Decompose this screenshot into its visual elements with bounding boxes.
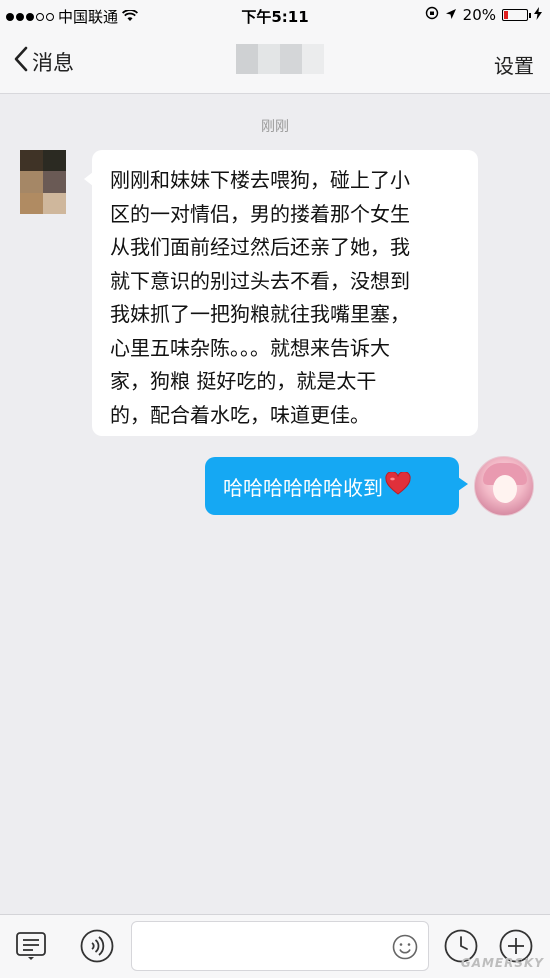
voice-icon[interactable] [80,929,114,963]
charging-icon [534,6,542,24]
status-bar: 中国联通 下午5:11 20% [0,0,550,30]
message-timestamp: 刚刚 [261,119,289,135]
blur-block [280,44,302,74]
status-right: 20% [425,6,542,24]
avatar-pixel [43,192,66,214]
incoming-message-line: 区的一对情侣，男的搂着那个女生 [110,201,410,226]
incoming-message-bubble[interactable]: 刚刚和妹妹下楼去喂狗，碰上了小 区的一对情侣，男的搂着那个女生 从我们面前经过然后还… [84,150,478,436]
avatar-pixel [20,192,43,214]
contact-avatar[interactable] [20,150,66,214]
incoming-message-line: 家，狗粮 挺好吃的，就是太干 [110,369,377,393]
incoming-message-line: 心里五味杂陈。。。就想来告诉大 [110,335,390,360]
avatar-pixel [43,171,66,193]
emoji-icon[interactable] [392,934,418,964]
avatar-pixel [43,150,66,172]
outgoing-message-text: 哈哈哈哈哈哈收到 [223,475,383,500]
menu-keyboard-icon[interactable] [14,929,48,963]
message-input[interactable] [132,922,382,970]
orientation-lock-icon [425,6,439,24]
incoming-message-line: 刚刚和妹妹下楼去喂狗，碰上了小 [110,168,410,192]
heart-icon [385,470,411,501]
battery-icon [502,9,531,21]
blur-block [258,44,280,74]
incoming-message-line: 从我们面前经过然后还亲了她，我 [110,235,410,259]
avatar-pixel [20,171,43,193]
message-input-box[interactable] [131,921,429,971]
my-avatar[interactable] [474,456,534,516]
settings-button[interactable]: 设置 [494,50,534,79]
contact-name-blurred [236,44,324,74]
back-label: 消息 [32,50,74,75]
battery-percent: 20% [462,6,496,24]
blur-block [236,44,258,74]
input-bar: GAMERSKY [0,914,550,978]
chevron-left-icon [14,46,28,77]
outgoing-message-bubble[interactable]: 哈哈哈哈哈哈收到 [205,457,468,515]
watermark: GAMERSKY [460,956,544,970]
location-icon [445,6,457,24]
incoming-message-line: 我妹抓了一把狗粮就往我嘴里塞， [110,302,410,326]
back-button[interactable]: 消息 [14,46,74,77]
incoming-message-line: 就下意识的别过头去不看，没想到 [110,268,410,293]
incoming-message-line: 的，配合着水吃，味道更佳。 [110,402,370,427]
avatar-pixel [20,150,43,172]
nav-bar: 消息 设置 [0,30,550,94]
blur-block [302,44,324,74]
